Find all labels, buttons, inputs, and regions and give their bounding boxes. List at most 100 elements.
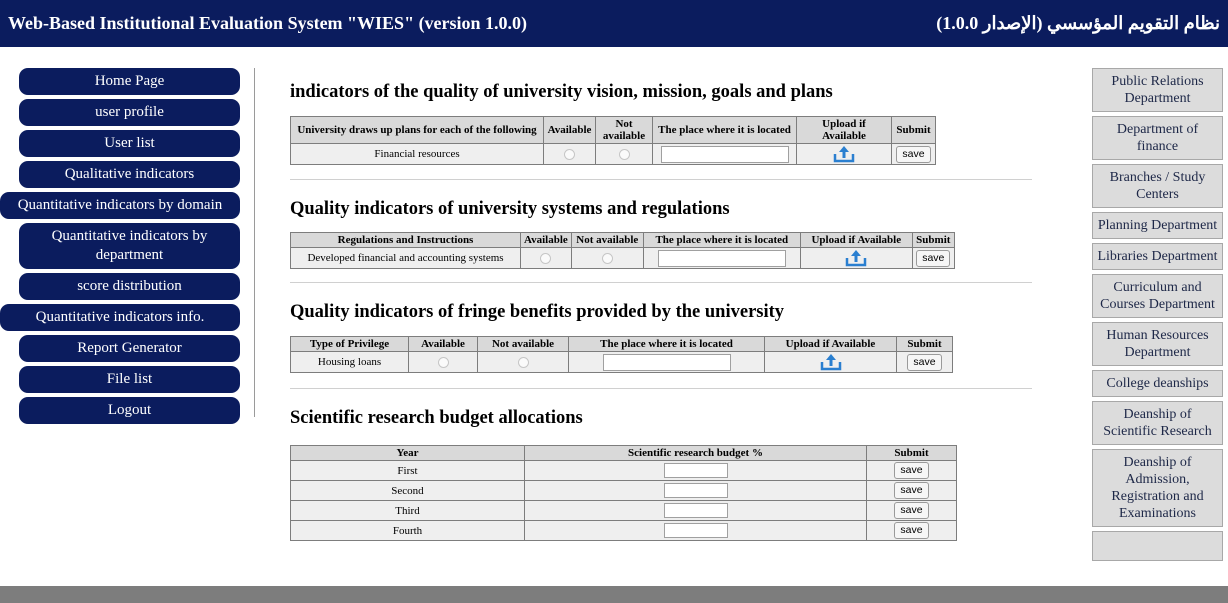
nav-quantitative-by-department[interactable]: Quantitative indicators by department <box>19 223 240 269</box>
not-available-cell <box>595 143 653 165</box>
section-divider <box>290 179 1032 180</box>
available-cell <box>543 143 596 165</box>
nav-logout[interactable]: Logout <box>19 397 240 424</box>
column-header: The place where it is located <box>568 336 765 352</box>
column-header: Submit <box>891 116 936 144</box>
not-available-cell <box>570 247 644 269</box>
section-systems: Quality indicators of university systems… <box>290 199 1032 283</box>
save-button[interactable]: save <box>894 462 929 479</box>
section-budget: Scientific research budget allocations Y… <box>290 408 1032 541</box>
place-cell <box>652 143 797 165</box>
main-content: indicators of the quality of university … <box>290 68 1032 541</box>
column-header: Submit <box>896 336 953 352</box>
save-button[interactable]: save <box>894 522 929 539</box>
budget-cell <box>524 480 867 501</box>
column-header: Available <box>520 232 572 248</box>
budget-input[interactable] <box>663 483 728 498</box>
not-available-radio[interactable] <box>601 252 613 264</box>
year-cell: First <box>290 460 525 481</box>
sidebar-divider <box>254 68 255 417</box>
table-row: First save <box>290 460 957 481</box>
available-cell <box>408 351 478 373</box>
column-header: Scientific research budget % <box>524 445 867 461</box>
dept-more[interactable] <box>1092 531 1223 561</box>
year-cell: Fourth <box>290 520 525 541</box>
upload-icon[interactable] <box>820 353 842 371</box>
table-header-row: Type of Privilege Available Not availabl… <box>290 336 953 352</box>
budget-input[interactable] <box>663 503 728 518</box>
section-title: Quality indicators of fringe benefits pr… <box>290 302 785 322</box>
place-input[interactable] <box>602 353 731 371</box>
section-vision: indicators of the quality of university … <box>290 82 1032 180</box>
submit-cell: save <box>896 351 953 373</box>
place-input[interactable] <box>657 249 786 267</box>
not-available-cell <box>477 351 569 373</box>
table-row: Financial resources save <box>290 143 936 165</box>
nav-quantitative-info[interactable]: Quantitative indicators info. <box>0 304 240 331</box>
not-available-radio[interactable] <box>618 148 630 160</box>
table-header-row: University draws up plans for each of th… <box>290 116 936 144</box>
section-title: Scientific research budget allocations <box>290 408 583 428</box>
nav-home-page[interactable]: Home Page <box>19 68 240 95</box>
column-header: Upload if Available <box>796 116 892 144</box>
row-label: Developed financial and accounting syste… <box>290 247 521 269</box>
column-header: Upload if Available <box>799 232 913 248</box>
row-label: Financial resources <box>290 143 544 165</box>
budget-input[interactable] <box>663 463 728 478</box>
column-header: Type of Privilege <box>290 336 409 352</box>
place-input[interactable] <box>660 145 789 163</box>
row-label: Housing loans <box>290 351 409 373</box>
table-row: Fourth save <box>290 520 957 541</box>
dept-planning[interactable]: Planning Department <box>1092 212 1223 239</box>
submit-cell: save <box>866 460 957 481</box>
table-row: Housing loans save <box>290 351 953 373</box>
budget-input[interactable] <box>663 523 728 538</box>
dept-branches-study-centers[interactable]: Branches / Study Centers <box>1092 164 1223 208</box>
nav-report-generator[interactable]: Report Generator <box>19 335 240 362</box>
app-title-en: Web-Based Institutional Evaluation Syste… <box>8 13 528 33</box>
column-header: University draws up plans for each of th… <box>290 116 544 144</box>
app-header: Web-Based Institutional Evaluation Syste… <box>0 0 1228 47</box>
right-sidebar: Public Relations Department Department o… <box>1092 68 1224 565</box>
nav-qualitative-indicators[interactable]: Qualitative indicators <box>19 161 240 188</box>
save-button[interactable]: save <box>907 353 942 371</box>
table-header-row: Regulations and Instructions Available N… <box>290 232 955 248</box>
save-button[interactable]: save <box>896 145 931 163</box>
nav-file-list[interactable]: File list <box>19 366 240 393</box>
column-header: Not available <box>570 232 644 248</box>
save-button[interactable]: save <box>916 249 951 267</box>
budget-cell <box>524 500 867 521</box>
nav-user-profile[interactable]: user profile <box>19 99 240 126</box>
dept-scientific-research[interactable]: Deanship of Scientific Research <box>1092 401 1223 445</box>
upload-icon[interactable] <box>833 145 855 163</box>
budget-cell <box>524 460 867 481</box>
column-header: Submit <box>911 232 955 248</box>
nav-quantitative-by-domain[interactable]: Quantitative indicators by domain <box>0 192 240 219</box>
dept-human-resources[interactable]: Human Resources Department <box>1092 322 1223 366</box>
dept-curriculum-courses[interactable]: Curriculum and Courses Department <box>1092 274 1223 318</box>
save-button[interactable]: save <box>894 482 929 499</box>
save-button[interactable]: save <box>894 502 929 519</box>
nav-user-list[interactable]: User list <box>19 130 240 157</box>
table-row: Developed financial and accounting syste… <box>290 247 955 269</box>
table-row: Second save <box>290 480 957 501</box>
systems-table: Regulations and Instructions Available N… <box>290 232 955 269</box>
dept-public-relations[interactable]: Public Relations Department <box>1092 68 1223 112</box>
column-header: Not available <box>477 336 569 352</box>
available-radio[interactable] <box>540 252 552 264</box>
place-cell <box>568 351 765 373</box>
column-header: The place where it is located <box>652 116 797 144</box>
budget-table: Year Scientific research budget % Submit… <box>290 445 957 541</box>
not-available-radio[interactable] <box>517 356 529 368</box>
upload-icon[interactable] <box>845 249 867 267</box>
available-radio[interactable] <box>564 148 575 160</box>
dept-libraries[interactable]: Libraries Department <box>1092 243 1223 270</box>
column-header: Submit <box>866 445 957 461</box>
available-radio[interactable] <box>437 356 449 368</box>
dept-admission-registration[interactable]: Deanship of Admission, Registration and … <box>1092 449 1223 527</box>
dept-college-deanships[interactable]: College deanships <box>1092 370 1223 397</box>
dept-finance[interactable]: Department of finance <box>1092 116 1223 160</box>
nav-score-distribution[interactable]: score distribution <box>19 273 240 300</box>
column-header: Year <box>290 445 525 461</box>
table-row: Third save <box>290 500 957 521</box>
